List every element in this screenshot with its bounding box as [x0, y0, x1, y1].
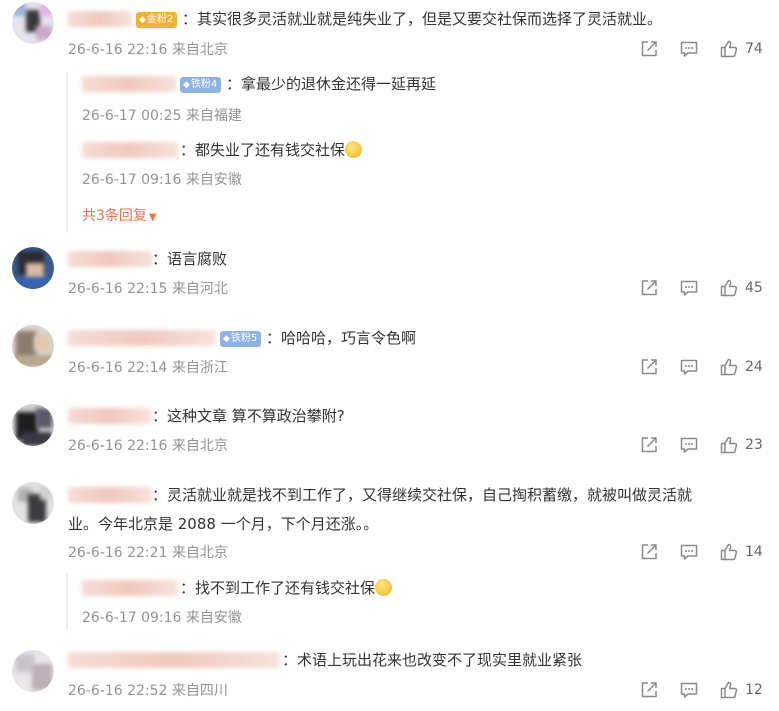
share-icon[interactable]: [639, 39, 659, 59]
reply-meta: 26-6-17 00:25 来自福建: [82, 108, 242, 124]
comment-icon[interactable]: [679, 357, 699, 377]
comment-text: ：这种文章 算不算政治攀附?: [152, 407, 345, 425]
comment-icon[interactable]: [679, 542, 699, 562]
comment-icon[interactable]: [679, 278, 699, 298]
like-count: 74: [745, 41, 763, 57]
share-icon[interactable]: [639, 542, 659, 562]
thumbs-up-icon[interactable]: [719, 542, 739, 562]
like-count: 14: [745, 544, 763, 560]
fan-badge: ◆金粉2: [136, 12, 178, 28]
username-redacted[interactable]: [68, 330, 216, 346]
comment-text: ：语言腐败: [152, 250, 228, 268]
comment-meta: 26-6-16 22:14 来自浙江: [68, 360, 228, 376]
avatar[interactable]: [12, 325, 54, 367]
comment-meta: 26-6-16 22:16 来自北京: [68, 438, 228, 454]
avatar[interactable]: [12, 650, 54, 692]
like-count: 24: [745, 359, 763, 375]
reply-text: ：找不到工作了还有钱交社保: [180, 577, 393, 599]
avatar[interactable]: [12, 404, 54, 446]
think-emoji: [375, 579, 393, 596]
comment-actions: 45: [619, 278, 765, 298]
reply-text: ：都失业了还有钱交社保: [180, 139, 363, 161]
comment-text: 业。今年北京是 2088 一个月，下个月还涨。。: [68, 515, 379, 533]
comment-icon[interactable]: [679, 39, 699, 59]
comment-meta: 26-6-16 22:52 来自四川: [68, 683, 228, 699]
username-redacted[interactable]: [82, 142, 178, 158]
reply-text: ：拿最少的退休金还得一延再延: [226, 75, 437, 93]
comment-meta: 26-6-16 22:16 来自北京: [68, 42, 228, 58]
comment-meta: 26-6-16 22:15 来自河北: [68, 281, 228, 297]
thumbs-up-icon[interactable]: [719, 278, 739, 298]
reply-meta: 26-6-17 09:16 来自安徽: [82, 610, 242, 626]
username-redacted[interactable]: [68, 251, 152, 267]
comment-actions: 24: [619, 357, 765, 377]
share-icon[interactable]: [639, 435, 659, 455]
comment-actions: 23: [619, 435, 765, 455]
comment-actions: 14: [619, 542, 765, 562]
reply-meta: 26-6-17 09:16 来自安徽: [82, 172, 242, 188]
username-redacted[interactable]: [68, 408, 152, 424]
fan-badge: ◆铁粉4: [180, 77, 222, 93]
fan-badge: ◆铁粉5: [220, 331, 262, 347]
caret-down-icon: ▼: [148, 212, 157, 223]
comment-text: ：灵活就业就是找不到工作了，又得继续交社保，自己掏积蓄缴，就被叫做灵活就: [152, 486, 693, 504]
comment-meta: 26-6-16 22:21 来自北京: [68, 545, 228, 561]
like-count: 12: [745, 682, 763, 698]
username-redacted[interactable]: [68, 652, 280, 668]
share-icon[interactable]: [639, 680, 659, 700]
username-redacted[interactable]: [68, 11, 132, 27]
comment-actions: 74: [619, 39, 765, 59]
avatar[interactable]: [12, 247, 54, 289]
comment-actions: 12: [619, 680, 765, 700]
thumbs-up-icon[interactable]: [719, 435, 739, 455]
comment-icon[interactable]: [679, 435, 699, 455]
reply-thread-line: [66, 574, 68, 630]
thumbs-up-icon[interactable]: [719, 357, 739, 377]
avatar[interactable]: [12, 2, 54, 44]
comment-icon[interactable]: [679, 680, 699, 700]
avatar[interactable]: [12, 482, 54, 524]
thumbs-up-icon[interactable]: [719, 39, 739, 59]
username-redacted[interactable]: [68, 487, 152, 503]
like-count: 45: [745, 280, 763, 296]
more-replies-link[interactable]: 共3条回复 ▼: [82, 205, 157, 225]
username-redacted[interactable]: [82, 580, 178, 596]
comment-text: ：术语上玩出花来也改变不了现实里就业紧张: [282, 651, 583, 669]
share-icon[interactable]: [639, 357, 659, 377]
username-redacted[interactable]: [82, 76, 176, 92]
comment-text: ：哈哈哈，巧言令色啊: [266, 329, 417, 347]
thumbs-up-icon[interactable]: [719, 680, 739, 700]
share-icon[interactable]: [639, 278, 659, 298]
comment-text: ：其实很多灵活就业就是纯失业了，但是又要交社保而选择了灵活就业。: [182, 10, 663, 28]
like-count: 23: [745, 437, 763, 453]
think-emoji: [345, 141, 363, 158]
reply-thread-line: [66, 72, 68, 232]
